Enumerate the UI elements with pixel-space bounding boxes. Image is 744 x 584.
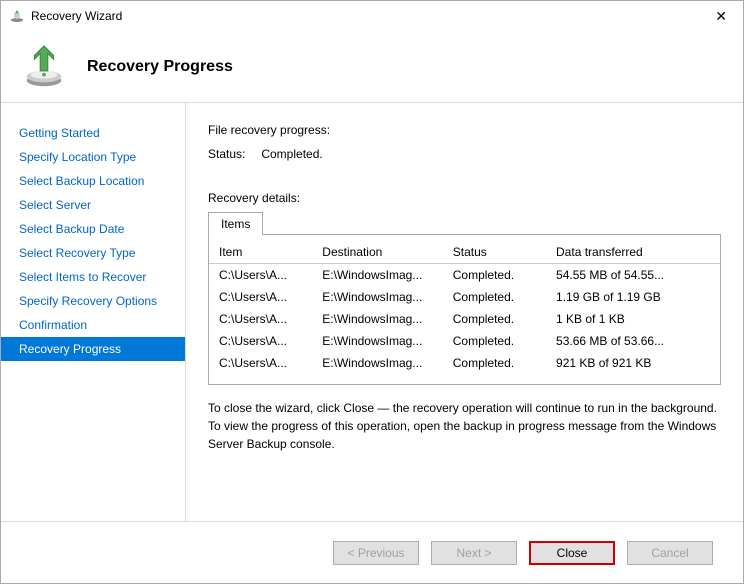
details-label: Recovery details: bbox=[208, 191, 721, 205]
cell-status: Completed. bbox=[443, 308, 546, 330]
sidebar-item-specify-recovery-options[interactable]: Specify Recovery Options bbox=[1, 289, 185, 313]
sidebar-item-confirmation[interactable]: Confirmation bbox=[1, 313, 185, 337]
table-row[interactable]: C:\Users\A...E:\WindowsImag...Completed.… bbox=[209, 330, 720, 352]
sidebar-item-select-backup-location[interactable]: Select Backup Location bbox=[1, 169, 185, 193]
cell-destination: E:\WindowsImag... bbox=[312, 286, 442, 308]
page-title: Recovery Progress bbox=[87, 58, 233, 76]
cell-item: C:\Users\A... bbox=[209, 308, 312, 330]
help-text: To close the wizard, click Close — the r… bbox=[208, 399, 721, 453]
main-panel: File recovery progress: Status: Complete… bbox=[186, 103, 743, 522]
tab-strip: Items bbox=[208, 211, 721, 234]
recovery-details-table: Item Destination Status Data transferred… bbox=[208, 234, 721, 385]
progress-label: File recovery progress: bbox=[208, 123, 721, 137]
content: Getting Started Specify Location Type Se… bbox=[1, 103, 743, 522]
status-row: Status: Completed. bbox=[208, 147, 721, 161]
cell-data-transferred: 1.19 GB of 1.19 GB bbox=[546, 286, 720, 308]
table-row[interactable]: C:\Users\A...E:\WindowsImag...Completed.… bbox=[209, 264, 720, 287]
window-title: Recovery Wizard bbox=[31, 9, 122, 23]
footer: < Previous Next > Close Cancel bbox=[1, 521, 743, 583]
table-row[interactable]: C:\Users\A...E:\WindowsImag...Completed.… bbox=[209, 352, 720, 374]
sidebar-item-specify-location-type[interactable]: Specify Location Type bbox=[1, 145, 185, 169]
cell-item: C:\Users\A... bbox=[209, 330, 312, 352]
cell-status: Completed. bbox=[443, 352, 546, 374]
cell-data-transferred: 1 KB of 1 KB bbox=[546, 308, 720, 330]
next-button: Next > bbox=[431, 541, 517, 565]
sidebar-item-select-recovery-type[interactable]: Select Recovery Type bbox=[1, 241, 185, 265]
sidebar-item-recovery-progress[interactable]: Recovery Progress bbox=[1, 337, 185, 361]
sidebar: Getting Started Specify Location Type Se… bbox=[1, 103, 186, 522]
status-value: Completed. bbox=[261, 147, 322, 161]
header: Recovery Progress bbox=[1, 31, 743, 103]
cell-status: Completed. bbox=[443, 264, 546, 287]
col-item[interactable]: Item bbox=[209, 241, 312, 264]
sidebar-item-select-backup-date[interactable]: Select Backup Date bbox=[1, 217, 185, 241]
cell-data-transferred: 54.55 MB of 54.55... bbox=[546, 264, 720, 287]
cell-item: C:\Users\A... bbox=[209, 352, 312, 374]
titlebar-left: Recovery Wizard bbox=[9, 8, 122, 24]
status-label: Status: bbox=[208, 147, 258, 161]
titlebar: Recovery Wizard ✕ bbox=[1, 1, 743, 31]
col-destination[interactable]: Destination bbox=[312, 241, 442, 264]
cell-status: Completed. bbox=[443, 330, 546, 352]
cell-data-transferred: 53.66 MB of 53.66... bbox=[546, 330, 720, 352]
table-header-row: Item Destination Status Data transferred bbox=[209, 241, 720, 264]
sidebar-item-getting-started[interactable]: Getting Started bbox=[1, 121, 185, 145]
table-row[interactable]: C:\Users\A...E:\WindowsImag...Completed.… bbox=[209, 308, 720, 330]
col-data-transferred[interactable]: Data transferred bbox=[546, 241, 720, 264]
app-icon bbox=[9, 8, 25, 24]
cell-destination: E:\WindowsImag... bbox=[312, 264, 442, 287]
cell-item: C:\Users\A... bbox=[209, 264, 312, 287]
cell-destination: E:\WindowsImag... bbox=[312, 352, 442, 374]
sidebar-item-select-server[interactable]: Select Server bbox=[1, 193, 185, 217]
close-button[interactable]: Close bbox=[529, 541, 615, 565]
table-row[interactable]: C:\Users\A...E:\WindowsImag...Completed.… bbox=[209, 286, 720, 308]
cancel-button: Cancel bbox=[627, 541, 713, 565]
cell-data-transferred: 921 KB of 921 KB bbox=[546, 352, 720, 374]
cell-destination: E:\WindowsImag... bbox=[312, 308, 442, 330]
close-icon[interactable]: ✕ bbox=[707, 4, 735, 29]
cell-item: C:\Users\A... bbox=[209, 286, 312, 308]
cell-status: Completed. bbox=[443, 286, 546, 308]
previous-button: < Previous bbox=[333, 541, 419, 565]
tab-items[interactable]: Items bbox=[208, 212, 263, 235]
sidebar-item-select-items-to-recover[interactable]: Select Items to Recover bbox=[1, 265, 185, 289]
cell-destination: E:\WindowsImag... bbox=[312, 330, 442, 352]
col-status[interactable]: Status bbox=[443, 241, 546, 264]
recovery-wizard-icon bbox=[21, 44, 67, 90]
